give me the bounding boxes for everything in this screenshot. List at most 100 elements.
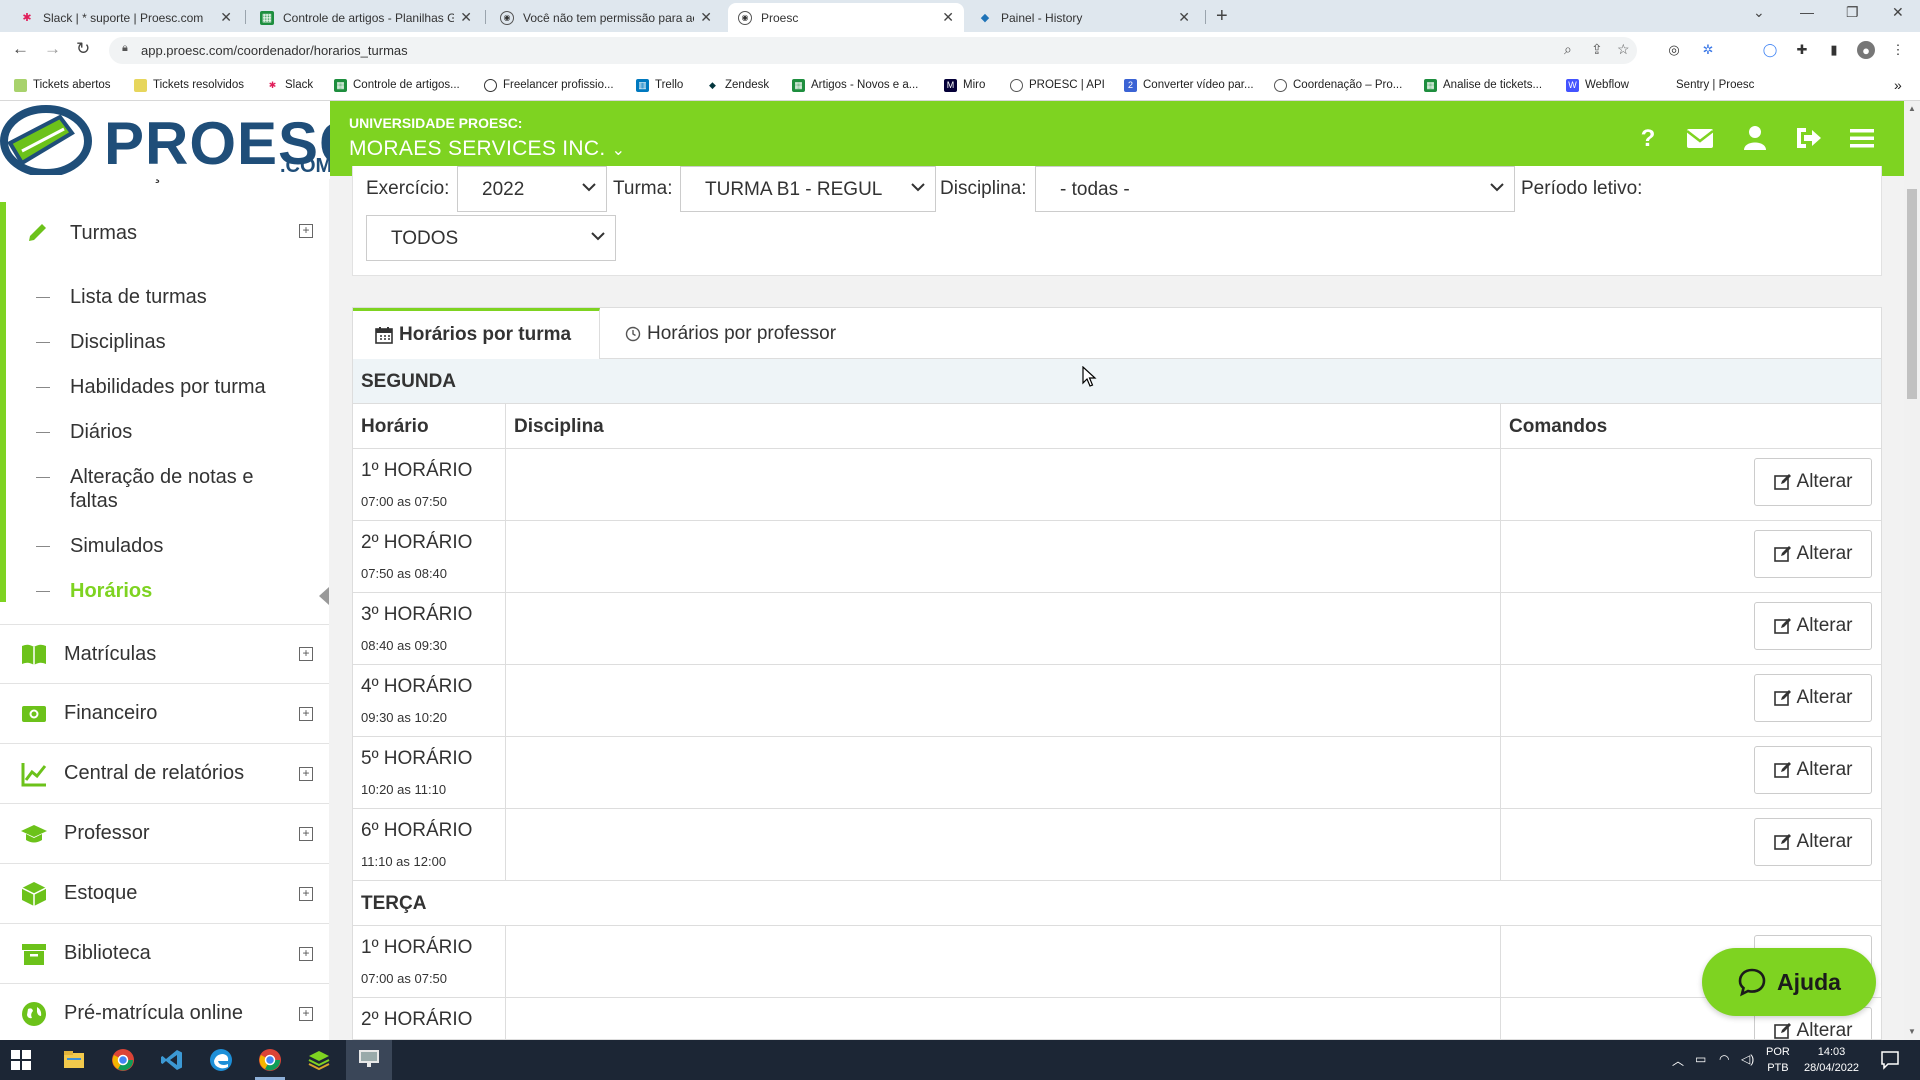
volume-icon[interactable]: ◁)	[1741, 1052, 1754, 1066]
turma-select[interactable]: TURMA B1 - REGUL	[680, 166, 936, 212]
chrome-icon[interactable]	[111, 1048, 135, 1072]
bookmark-item[interactable]: ▦ Artigos - Novos e a...	[792, 77, 918, 93]
sidebar-subitem-disciplinas[interactable]: Disciplinas	[70, 330, 166, 354]
bookmark-item[interactable]: ✱ Slack	[266, 77, 313, 93]
extension-icon[interactable]: ◯	[1761, 41, 1779, 59]
periodo-select[interactable]: TODOS	[366, 215, 616, 261]
alterar-button[interactable]: Alterar	[1754, 746, 1872, 794]
sidebar-subitem-diarios[interactable]: Diários	[70, 420, 132, 444]
notification-icon[interactable]	[1880, 1050, 1900, 1070]
scroll-down-icon[interactable]: ▼	[1908, 1027, 1916, 1036]
bookmark-item[interactable]: 2 Converter vídeo par...	[1124, 77, 1254, 93]
help-icon[interactable]: ?	[1633, 124, 1663, 152]
bookmark-item[interactable]: Coordenação – Pro...	[1274, 77, 1402, 93]
expand-icon[interactable]: +	[299, 647, 313, 661]
expand-icon[interactable]: +	[299, 706, 313, 721]
sidebar-item-turmas[interactable]: Turmas	[70, 222, 137, 245]
back-button[interactable]: ←	[12, 39, 29, 59]
expand-icon[interactable]: +	[299, 886, 313, 901]
scroll-thumb[interactable]	[1907, 189, 1917, 399]
expand-icon[interactable]: +	[299, 1006, 313, 1021]
windows-start-icon[interactable]	[11, 1050, 31, 1070]
chevron-right-icon[interactable]: »	[1894, 77, 1902, 93]
taskbar-clock[interactable]: 14:03 28/04/2022	[1804, 1044, 1859, 1076]
alterar-button[interactable]: Alterar	[1754, 602, 1872, 650]
browser-tab-sheets[interactable]: ▦ Controle de artigos - Planilhas G ✕	[250, 3, 482, 32]
browser-tab-slack[interactable]: ✱ Slack | * suporte | Proesc.com ✕	[10, 3, 242, 32]
wifi-icon[interactable]: ◠	[1719, 1052, 1729, 1066]
sidebar-subitem-simulados[interactable]: Simulados	[70, 534, 163, 558]
bookmark-item[interactable]: ▥ Trello	[636, 77, 683, 93]
menu-dots-icon[interactable]: ⋮	[1889, 41, 1907, 59]
address-bar[interactable]: 🔒︎ app.proesc.com/coordenador/horarios_t…	[109, 37, 1637, 64]
restore-button[interactable]: ❐	[1846, 4, 1859, 21]
tab-horarios-por-professor[interactable]: Horários por professor	[625, 308, 865, 359]
sidebar-subitem-habilidades[interactable]: Habilidades por turma	[70, 375, 266, 399]
sidebar-subitem-alteracao-notas[interactable]: Alteração de notas e	[70, 465, 253, 489]
proesc-logo[interactable]: PROESC .COM	[0, 101, 330, 179]
bookmark-item[interactable]: ◆ Zendesk	[706, 77, 769, 93]
alterar-button[interactable]: Alterar	[1754, 674, 1872, 722]
sidebar-item-financeiro[interactable]: Financeiro +	[0, 684, 329, 744]
battery-icon[interactable]: ▭	[1695, 1052, 1706, 1066]
minimize-button[interactable]: —	[1800, 4, 1814, 20]
sidebar-subitem-alteracao-notas-line2[interactable]: faltas	[70, 489, 118, 513]
bookmark-item[interactable]: Sentry | Proesc	[1676, 77, 1754, 93]
sidebar-subitem-lista-turmas[interactable]: Lista de turmas	[70, 285, 207, 309]
profile-avatar[interactable]: ●	[1857, 41, 1875, 59]
close-icon[interactable]: ✕	[1178, 9, 1190, 26]
close-icon[interactable]: ✕	[700, 9, 712, 26]
extension-icon[interactable]: ◎	[1665, 41, 1683, 59]
alterar-button[interactable]: Alterar	[1754, 818, 1872, 866]
scroll-up-icon[interactable]: ▲	[1908, 104, 1916, 113]
sidebar-subitem-horarios[interactable]: Horários	[70, 579, 152, 603]
bookmark-item[interactable]: Tickets resolvidos	[134, 77, 244, 93]
expand-icon[interactable]: +	[299, 826, 313, 841]
tab-horarios-por-turma[interactable]: Horários por turma	[353, 308, 600, 359]
stack-app-icon[interactable]	[307, 1048, 331, 1072]
sidebar-item-estoque[interactable]: Estoque +	[0, 864, 329, 924]
exercicio-select[interactable]: 2022	[457, 166, 607, 212]
sidebar-item-professor[interactable]: Professor +	[0, 804, 329, 864]
language-indicator[interactable]: POR PTB	[1766, 1044, 1790, 1076]
bookmark-item[interactable]: Tickets abertos	[14, 77, 111, 93]
forward-button[interactable]: →	[44, 39, 61, 59]
sidebar-item-relatorios[interactable]: Central de relatórios +	[0, 744, 329, 804]
window-close-button[interactable]: ✕	[1892, 4, 1904, 21]
sidebar-item-matriculas[interactable]: Matrículas +	[0, 624, 329, 684]
chrome-profile-icon[interactable]	[258, 1048, 282, 1072]
bookmark-item[interactable]: ▦ Controle de artigos...	[334, 77, 460, 93]
hamburger-menu-icon[interactable]	[1847, 124, 1877, 152]
zoom-icon[interactable]: ⌕	[1564, 41, 1572, 58]
edge-icon[interactable]	[209, 1048, 233, 1072]
disciplina-select[interactable]: - todas -	[1035, 166, 1515, 212]
user-icon[interactable]	[1740, 124, 1770, 152]
bookmark-item[interactable]: M Miro	[944, 77, 985, 93]
expand-icon[interactable]: +	[299, 224, 313, 238]
expand-icon[interactable]: +	[299, 946, 313, 961]
bookmark-item[interactable]: ▦ Analise de tickets...	[1424, 77, 1542, 93]
browser-tab-proesc[interactable]: ◉ Proesc ✕	[728, 3, 964, 32]
page-scrollbar[interactable]: ▲ ▼	[1904, 101, 1920, 1040]
alterar-button[interactable]: Alterar	[1754, 530, 1872, 578]
bookmark-item[interactable]: Freelancer profissio...	[484, 77, 614, 93]
chevron-down-icon[interactable]: ⌄	[1753, 4, 1765, 21]
sidebar-collapse-caret[interactable]	[319, 587, 329, 605]
sidepanel-icon[interactable]: ▮	[1825, 41, 1843, 59]
puzzle-icon[interactable]: ✚	[1793, 41, 1811, 59]
browser-tab-permission[interactable]: ◉ Você não tem permissão para ac ✕	[490, 3, 722, 32]
alterar-button[interactable]: Alterar	[1754, 458, 1872, 506]
share-icon[interactable]: ⇪	[1591, 41, 1603, 58]
reload-button[interactable]: ↻	[76, 39, 90, 59]
logout-icon[interactable]	[1793, 124, 1823, 152]
taskbar-app-highlight[interactable]	[346, 1040, 392, 1080]
browser-tab-history[interactable]: ◆ Painel - History ✕	[968, 3, 1200, 32]
new-tab-button[interactable]: +	[1216, 5, 1228, 28]
help-chat-button[interactable]: Ajuda	[1702, 948, 1876, 1016]
bookmark-item[interactable]: PROESC | API	[1010, 77, 1105, 93]
close-icon[interactable]: ✕	[460, 9, 472, 26]
star-icon[interactable]: ☆	[1617, 41, 1630, 58]
vscode-icon[interactable]	[160, 1048, 184, 1072]
chevron-up-icon[interactable]: ︿	[1672, 1052, 1684, 1069]
mail-icon[interactable]	[1685, 124, 1715, 152]
